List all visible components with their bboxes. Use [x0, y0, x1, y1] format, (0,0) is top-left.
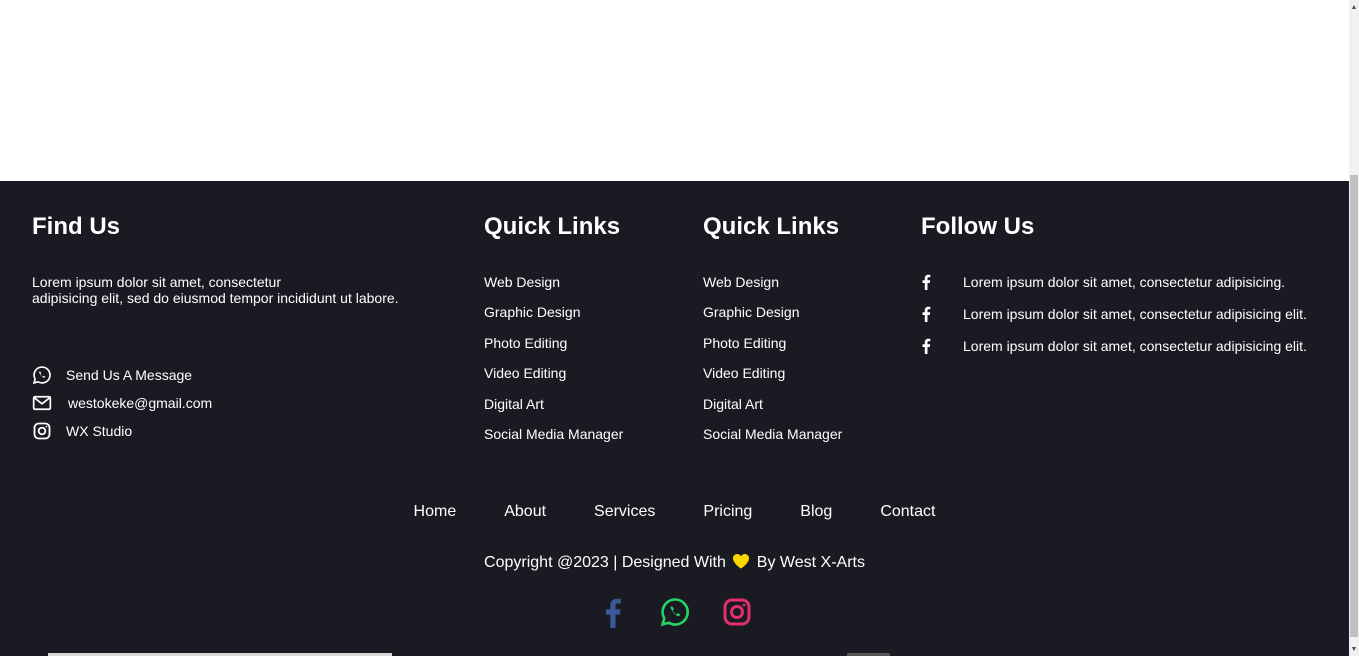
follow-item-text: Lorem ipsum dolor sit amet, consectetur … — [963, 274, 1286, 290]
footer-nav: Home About Services Pricing Blog Contact — [0, 503, 1349, 521]
find-us-description: Lorem ipsum dolor sit amet, consectetur … — [32, 274, 432, 306]
contact-email-label: westokeke@gmail.com — [68, 395, 213, 411]
facebook-icon — [921, 306, 931, 322]
quick-link-photo-editing[interactable]: Photo Editing — [484, 335, 684, 365]
page-content-area — [0, 0, 1349, 181]
instagram-icon[interactable] — [721, 595, 753, 629]
quick-links-title-2: Quick Links — [703, 213, 840, 240]
find-us-desc-line2: adipisicing elit, sed do eiusmod tempor … — [32, 290, 399, 306]
nav-link-pricing[interactable]: Pricing — [703, 503, 752, 521]
quick-link-graphic-design[interactable]: Graphic Design — [703, 304, 903, 334]
nav-link-services[interactable]: Services — [594, 503, 655, 521]
nav-link-contact[interactable]: Contact — [880, 503, 935, 521]
follow-us-title: Follow Us — [921, 213, 1035, 240]
contact-list: Send Us A Message westokeke@gmail.com WX… — [32, 361, 432, 445]
quick-link-graphic-design[interactable]: Graphic Design — [484, 304, 684, 334]
contact-message-label: Send Us A Message — [66, 367, 193, 383]
quick-link-digital-art[interactable]: Digital Art — [703, 396, 903, 426]
copyright-after: By West X-Arts — [756, 554, 865, 571]
contact-item-email[interactable]: westokeke@gmail.com — [32, 389, 432, 417]
follow-item-text: Lorem ipsum dolor sit amet, consectetur … — [963, 338, 1307, 354]
heart-icon — [732, 553, 750, 569]
quick-link-social-media-manager[interactable]: Social Media Manager — [703, 426, 903, 456]
contact-item-message[interactable]: Send Us A Message — [32, 361, 432, 389]
quick-link-photo-editing[interactable]: Photo Editing — [703, 335, 903, 365]
quick-links-title-1: Quick Links — [484, 213, 621, 240]
social-icons — [0, 595, 1349, 629]
copyright-before: Copyright @2023 | Designed With — [484, 554, 726, 571]
whatsapp-icon — [32, 365, 52, 385]
follow-us-list: Lorem ipsum dolor sit amet, consectetur … — [921, 274, 1341, 370]
quick-link-social-media-manager[interactable]: Social Media Manager — [484, 426, 684, 456]
nav-link-blog[interactable]: Blog — [800, 503, 832, 521]
nav-link-about[interactable]: About — [504, 503, 546, 521]
quick-links-column-2: Quick Links Web Design Graphic Design Ph… — [703, 213, 903, 472]
scroll-down-arrow-icon[interactable]: ▼ — [1349, 642, 1359, 656]
site-footer: Find Us Lorem ipsum dolor sit amet, cons… — [0, 181, 1349, 656]
whatsapp-icon[interactable] — [659, 595, 691, 629]
follow-item[interactable]: Lorem ipsum dolor sit amet, consectetur … — [921, 338, 1341, 370]
copyright-text: Copyright @2023 | Designed With By West … — [0, 553, 1349, 572]
quick-link-video-editing[interactable]: Video Editing — [703, 365, 903, 395]
nav-link-home[interactable]: Home — [414, 503, 457, 521]
quick-links-list-2: Web Design Graphic Design Photo Editing … — [703, 274, 903, 456]
facebook-icon — [921, 274, 931, 290]
follow-us-column: Follow Us Lorem ipsum dolor sit amet, co… — [921, 213, 1341, 370]
follow-item[interactable]: Lorem ipsum dolor sit amet, consectetur … — [921, 306, 1341, 338]
quick-link-digital-art[interactable]: Digital Art — [484, 396, 684, 426]
instagram-icon — [32, 421, 52, 441]
contact-item-instagram[interactable]: WX Studio — [32, 417, 432, 445]
find-us-title: Find Us — [32, 213, 120, 240]
find-us-column: Find Us Lorem ipsum dolor sit amet, cons… — [32, 213, 432, 445]
quick-link-web-design[interactable]: Web Design — [484, 274, 684, 304]
quick-links-list-1: Web Design Graphic Design Photo Editing … — [484, 274, 684, 456]
vertical-scrollbar[interactable]: ▲ ▼ — [1349, 0, 1359, 656]
contact-instagram-label: WX Studio — [66, 423, 133, 439]
quick-link-web-design[interactable]: Web Design — [703, 274, 903, 304]
find-us-desc-line1: Lorem ipsum dolor sit amet, consectetur — [32, 274, 281, 290]
facebook-icon[interactable] — [597, 595, 629, 629]
follow-item[interactable]: Lorem ipsum dolor sit amet, consectetur … — [921, 274, 1341, 306]
scrollbar-thumb[interactable] — [1350, 175, 1358, 637]
facebook-icon — [921, 338, 931, 354]
quick-links-column-1: Quick Links Web Design Graphic Design Ph… — [484, 213, 684, 472]
scroll-up-arrow-icon[interactable]: ▲ — [1349, 0, 1359, 14]
envelope-icon — [32, 393, 52, 413]
quick-link-video-editing[interactable]: Video Editing — [484, 365, 684, 395]
follow-item-text: Lorem ipsum dolor sit amet, consectetur … — [963, 306, 1307, 322]
